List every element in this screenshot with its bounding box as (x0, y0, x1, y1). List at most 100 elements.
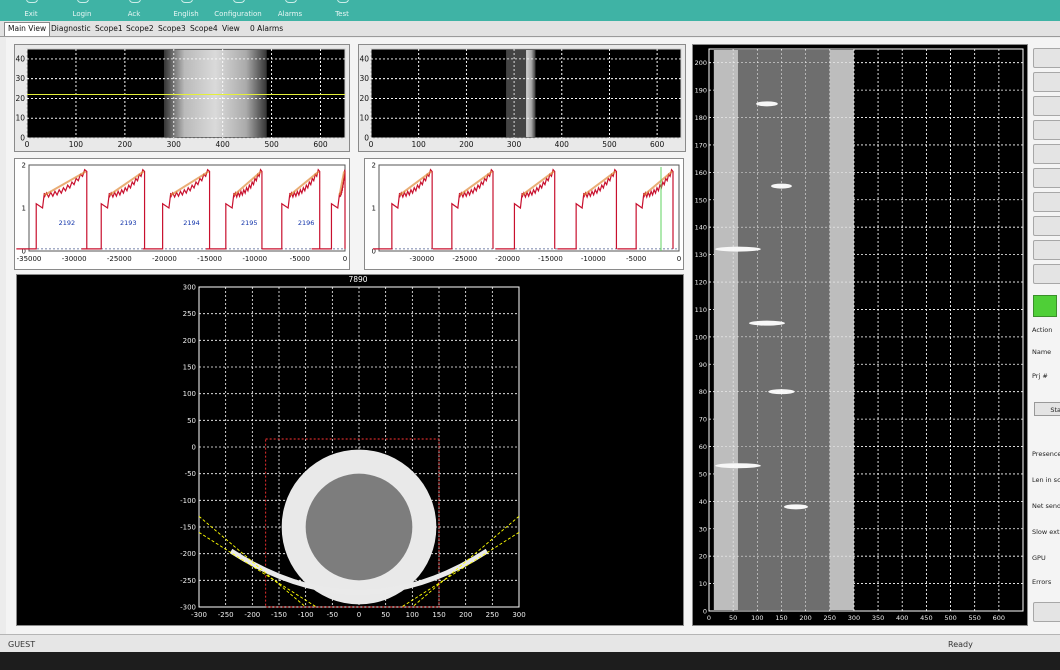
scope-1-cycle-label: 2193 (120, 219, 137, 227)
sensor-2-x-tick: 500 (602, 140, 617, 149)
longitudinal-scan-y-tick: 130 (695, 251, 707, 259)
scope-1-x-tick: -20000 (152, 255, 177, 263)
app-status: Ready (948, 640, 973, 649)
side-button[interactable] (1033, 192, 1060, 212)
tab-view[interactable]: View (219, 23, 243, 36)
scope-2-x-tick: -25000 (452, 255, 477, 263)
side-button[interactable] (1033, 72, 1060, 92)
longitudinal-scan-x-tick: 200 (799, 614, 811, 622)
ct-inner-core (305, 473, 413, 581)
side-label-7: Net send (1032, 502, 1060, 510)
scope-2-x-tick: -30000 (409, 255, 434, 263)
toolbar-exit-icon (26, 0, 38, 3)
side-label-1: Action (1032, 326, 1053, 334)
ct-slice-x-tick: -200 (244, 611, 260, 619)
tab-diagnostic[interactable]: Diagnostic (48, 23, 94, 36)
toolbar-ack-button[interactable]: Ack (104, 10, 164, 18)
longitudinal-scan-x-tick: 600 (993, 614, 1005, 622)
tab-scope2[interactable]: Scope2 (123, 23, 157, 36)
ct-panel: 7890 -300 -250 -200 -150 -100 -50 0 50 100 150 200 2… (16, 274, 684, 626)
scope-2-x-tick: -10000 (581, 255, 606, 263)
longitudinal-scan-y-tick: 100 (695, 333, 707, 341)
scope-2-y-tick: 1 (372, 205, 376, 213)
toolbar-english-button[interactable]: English (156, 10, 216, 18)
side-button[interactable] (1033, 264, 1060, 284)
scope-1-y-tick: 2 (22, 162, 26, 170)
scope-2-x-tick: 0 (677, 255, 681, 263)
sensor-2-y-tick: 0 (364, 134, 369, 143)
alarm-count[interactable]: 0 Alarms (250, 23, 283, 35)
longitudinal-scan-x-tick: 400 (896, 614, 908, 622)
tab-scope1[interactable]: Scope1 (92, 23, 126, 36)
ct-slice-y-tick: 50 (187, 417, 196, 425)
ct-slice-x-tick: -100 (298, 611, 314, 619)
side-button[interactable] (1033, 240, 1060, 260)
toolbar-test-button[interactable]: Test (312, 10, 372, 18)
ct-slice-y-tick: -250 (180, 577, 196, 585)
side-label-8: Slow extr (1032, 528, 1060, 536)
ct-slice-x-tick: 0 (357, 611, 361, 619)
ct-slice-x-tick: -250 (218, 611, 234, 619)
toolbar-configuration-button[interactable]: Configuration (208, 10, 268, 18)
sensor-1-band (163, 50, 267, 137)
longitudinal-scan-y-tick: 190 (695, 87, 707, 95)
ct-slice-y-tick: 150 (183, 364, 196, 372)
side-button[interactable] (1033, 168, 1060, 188)
status-led (1033, 295, 1057, 317)
scan-defect-mark (715, 246, 761, 252)
side-button[interactable] (1033, 216, 1060, 236)
ct-slice-x-tick: 100 (406, 611, 419, 619)
toolbar-test-icon (337, 0, 349, 3)
side-button[interactable] (1033, 48, 1060, 68)
side-label-6: Len in sca (1032, 476, 1060, 484)
scope-1-cycle-label: 2194 (183, 219, 200, 227)
toolbar-configuration-icon (233, 0, 245, 3)
toolbar-login-icon (77, 0, 89, 3)
scope-2-y-tick: 2 (372, 162, 376, 170)
longitudinal-scan-y-tick: 140 (695, 224, 707, 232)
ct-slice-y-tick: 200 (183, 337, 196, 345)
ct-slice-x-tick: 200 (459, 611, 472, 619)
sensor-2-y-tick: 40 (359, 54, 369, 63)
sensor-2-x-tick: 600 (650, 140, 665, 149)
scope-1-cycle-label: 2195 (241, 219, 258, 227)
scope-1-x-tick: -25000 (107, 255, 132, 263)
ct-slice-y-tick: -300 (180, 604, 196, 612)
ct-slice-x-tick: -300 (191, 611, 207, 619)
side-label-10: Errors (1032, 578, 1052, 586)
ct-slice-y-tick: 300 (183, 284, 196, 292)
scope-2-x-tick: -5000 (626, 255, 646, 263)
sensor-2-x-tick: 200 (459, 140, 474, 149)
toolbar: Exit Login Ack English Configuration Alarms Te… (0, 0, 1060, 21)
toolbar-login-button[interactable]: Login (52, 10, 112, 18)
side-label-5: Presence (1032, 450, 1060, 458)
tab-scope3[interactable]: Scope3 (155, 23, 189, 36)
longitudinal-scan-y-tick: 150 (695, 196, 707, 204)
ct-slice-y-tick: 0 (192, 444, 196, 452)
side-button[interactable] (1033, 120, 1060, 140)
scan-defect-mark (715, 463, 761, 469)
side-label-4[interactable]: Sta (1034, 402, 1060, 416)
sensor-1-x-tick: 500 (264, 140, 279, 149)
scope-1-x-tick: -10000 (242, 255, 267, 263)
side-button[interactable] (1033, 144, 1060, 164)
ct-slice-x-tick: 50 (381, 611, 390, 619)
sensor-2-x-tick: 300 (507, 140, 522, 149)
sensor-2-y-tick: 10 (359, 114, 369, 123)
hmi-screen: Exit Login Ack English Configuration Alarms Te… (0, 0, 1060, 670)
tab-scope4[interactable]: Scope4 (187, 23, 221, 36)
ct-slice-x-tick: -150 (271, 611, 287, 619)
longitudinal-scan-y-tick: 110 (695, 306, 707, 314)
ct-slice-x-tick: 300 (512, 611, 525, 619)
longitudinal-scan-x-tick: 50 (729, 614, 737, 622)
side-button-bottom[interactable] (1033, 602, 1060, 622)
toolbar-alarms-button[interactable]: Alarms (260, 10, 320, 18)
longitudinal-scan-y-tick: 90 (699, 361, 707, 369)
scope-1-x-tick: -30000 (62, 255, 87, 263)
sensor-2-shadow (506, 50, 527, 137)
scope-1-x-tick: -15000 (197, 255, 222, 263)
tab-main-view[interactable]: Main View (4, 22, 51, 36)
sensor-1-x-tick: 200 (118, 140, 133, 149)
user-status: GUEST (8, 640, 36, 649)
side-button[interactable] (1033, 96, 1060, 116)
